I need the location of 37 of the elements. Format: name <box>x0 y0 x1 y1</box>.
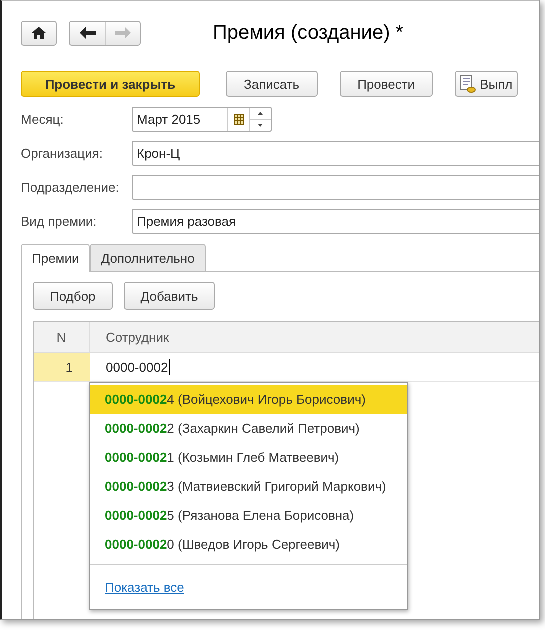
text-cursor <box>169 359 170 375</box>
tab[interactable]: Премии <box>21 244 90 272</box>
suggestion-item[interactable]: 0000-00020 (Шведов Игорь Сергеевич) <box>90 530 407 559</box>
column-header: Сотрудник <box>105 328 170 347</box>
home-icon <box>32 27 46 39</box>
show-all-link[interactable]: Показать все <box>105 580 184 594</box>
field-label: Месяц: <box>21 112 65 127</box>
suggestion-item[interactable]: 0000-00021 (Козьмин Глеб Матвеевич) <box>90 443 407 472</box>
back-arrow-icon <box>80 27 96 39</box>
down-triangle-icon <box>258 124 263 127</box>
suggestion-item[interactable]: 0000-00024 (Войцехович Игорь Борисович) <box>90 385 407 414</box>
post-and-close-button[interactable]: Провести и закрыть <box>21 71 200 97</box>
field-label: Вид премии: <box>21 214 98 229</box>
row-number-cell: 1 <box>34 353 90 381</box>
input-field[interactable] <box>132 175 539 200</box>
suggestion-item[interactable]: 0000-00023 (Матвиевский Григорий Маркович) <box>90 472 407 501</box>
toolbar-button[interactable]: Записать <box>226 71 318 97</box>
table-button[interactable]: Подбор <box>33 282 113 310</box>
tab[interactable]: Дополнительно <box>90 244 206 271</box>
forward-arrow-icon <box>115 27 131 39</box>
field-label: Подразделение: <box>21 180 120 195</box>
suggestion-item[interactable]: 0000-00025 (Рязанова Елена Борисовна) <box>90 501 407 530</box>
toolbar-button[interactable]: Провести <box>340 71 434 97</box>
report-button[interactable]: Выпл <box>455 71 518 97</box>
suggestion-item[interactable]: 0000-00022 (Захаркин Савелий Петрович) <box>90 414 407 443</box>
input-field[interactable]: Крон-Ц <box>132 141 539 166</box>
column-header: N <box>34 322 90 352</box>
calendar-icon <box>234 114 244 125</box>
home-button[interactable] <box>21 20 57 46</box>
window-title: Премия (создание) * <box>213 22 404 44</box>
table-button[interactable]: Добавить <box>124 282 216 310</box>
input-field[interactable]: Премия разовая <box>132 209 539 234</box>
field-label: Организация: <box>21 146 104 161</box>
month-field[interactable]: Март 2015 <box>132 107 272 132</box>
employee-input-cell[interactable]: 0000-0002 <box>90 353 170 381</box>
up-triangle-icon <box>258 112 263 115</box>
document-coins-icon <box>460 75 476 93</box>
